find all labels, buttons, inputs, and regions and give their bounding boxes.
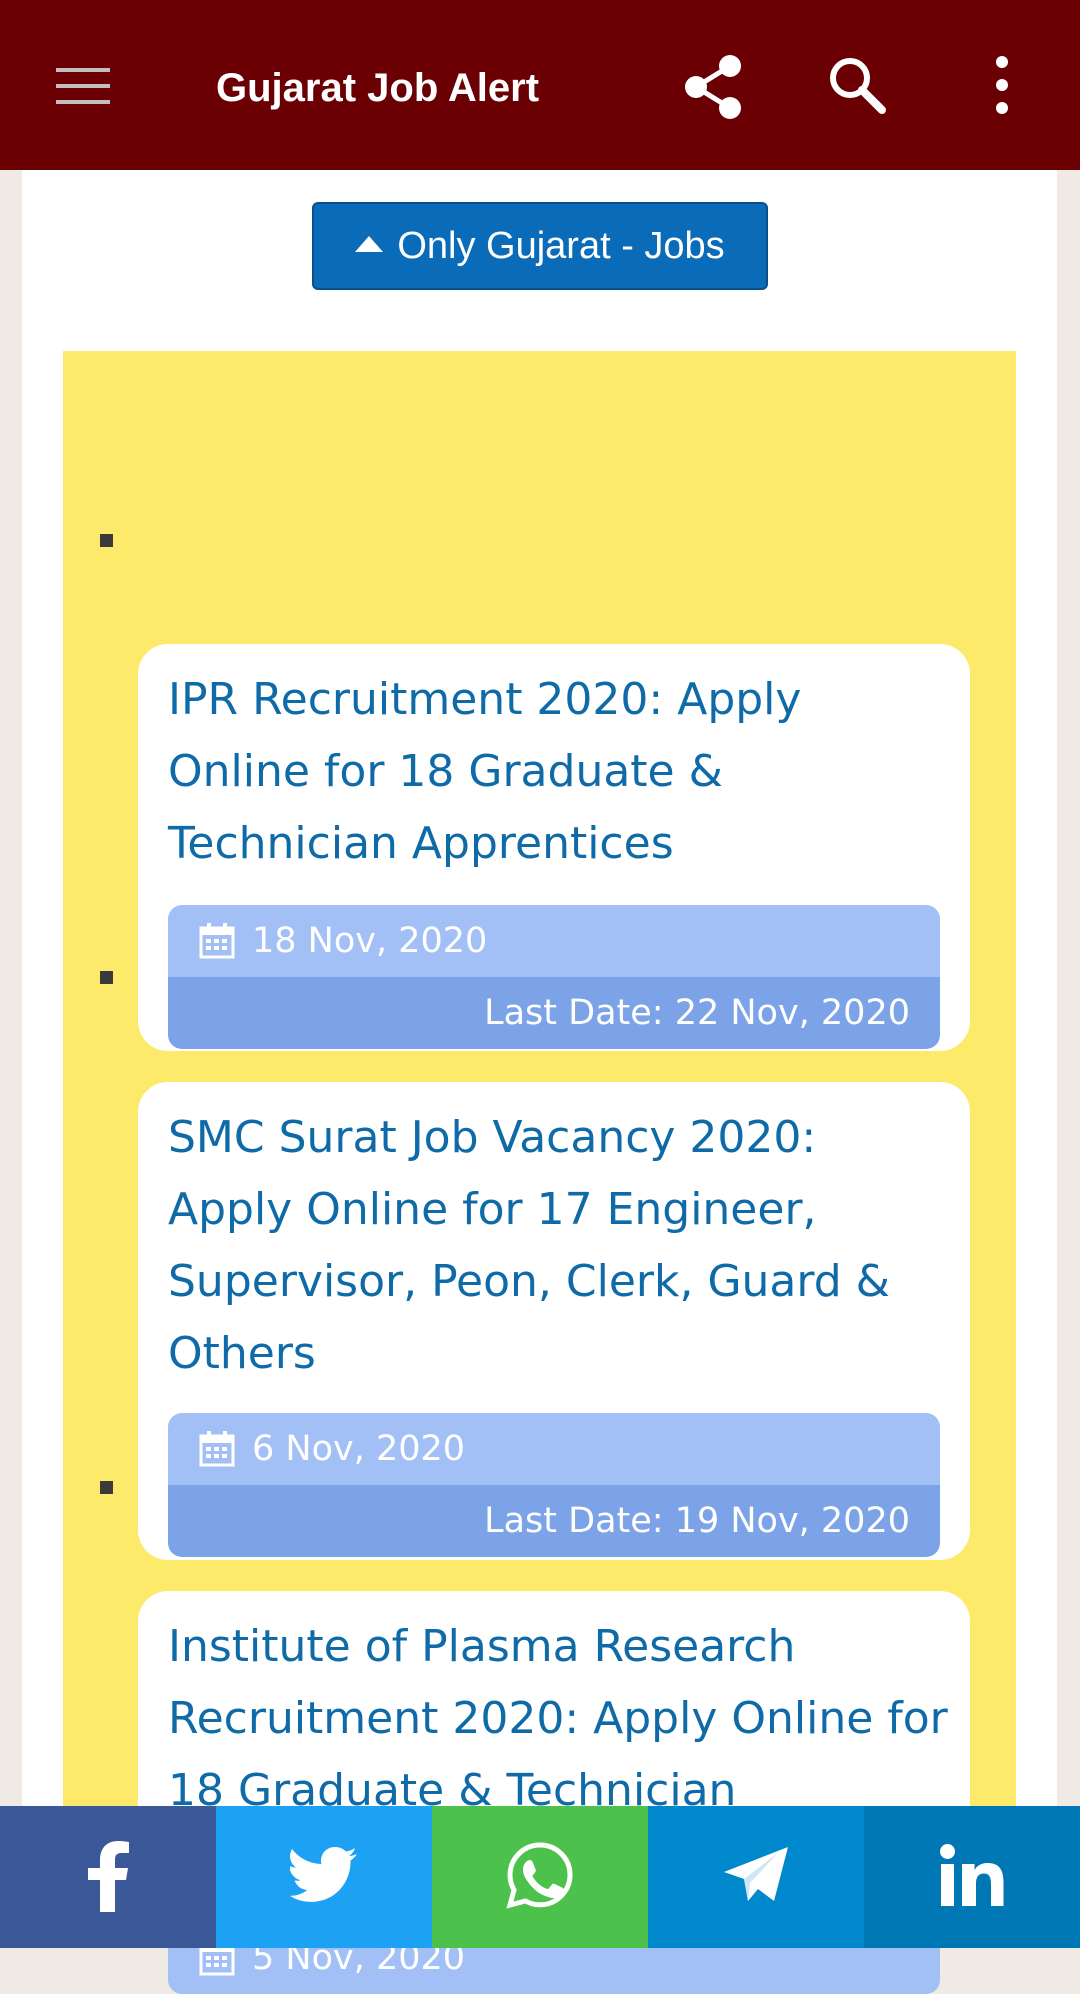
twitter-icon — [289, 1847, 358, 1907]
app-bar: Gujarat Job Alert — [0, 0, 1080, 170]
telegram-icon — [722, 1845, 790, 1909]
job-date-box: 18 Nov, 2020 Last Date: 22 Nov, 2020 — [168, 905, 940, 1049]
last-date-row: Last Date: 19 Nov, 2020 — [168, 1485, 940, 1557]
social-share-bar — [0, 1806, 1080, 1948]
calendar-icon — [198, 922, 236, 960]
last-date: Last Date: 22 Nov, 2020 — [484, 993, 910, 1033]
list-bullet — [100, 971, 113, 984]
linkedin-icon — [940, 1844, 1004, 1910]
posted-date-row: 18 Nov, 2020 — [168, 905, 940, 977]
job-title-link[interactable]: SMC Surat Job Vacancy 2020: Apply Online… — [168, 1102, 948, 1390]
menu-icon[interactable] — [50, 60, 116, 110]
twitter-share-button[interactable] — [216, 1806, 432, 1948]
calendar-icon — [198, 1430, 236, 1468]
search-icon[interactable] — [824, 52, 890, 118]
whatsapp-icon — [506, 1841, 574, 1913]
posted-date-row: 6 Nov, 2020 — [168, 1413, 940, 1485]
filter-button-label: Only Gujarat - Jobs — [397, 224, 725, 267]
app-title: Gujarat Job Alert — [216, 66, 540, 110]
list-bullet — [100, 1481, 113, 1494]
more-vert-icon[interactable] — [980, 52, 1024, 118]
only-gujarat-jobs-button[interactable]: Only Gujarat - Jobs — [312, 202, 768, 290]
last-date-row: Last Date: 22 Nov, 2020 — [168, 977, 940, 1049]
facebook-share-button[interactable] — [0, 1806, 216, 1948]
job-card[interactable]: IPR Recruitment 2020: Apply Online for 1… — [138, 644, 970, 1051]
whatsapp-share-button[interactable] — [432, 1806, 648, 1948]
facebook-icon — [83, 1838, 133, 1916]
list-bullet — [100, 534, 113, 547]
last-date: Last Date: 19 Nov, 2020 — [484, 1501, 910, 1541]
linkedin-share-button[interactable] — [864, 1806, 1080, 1948]
telegram-share-button[interactable] — [648, 1806, 864, 1948]
posted-date: 18 Nov, 2020 — [252, 921, 488, 961]
job-card[interactable]: SMC Surat Job Vacancy 2020: Apply Online… — [138, 1082, 970, 1560]
job-date-box: 6 Nov, 2020 Last Date: 19 Nov, 2020 — [168, 1413, 940, 1557]
share-icon[interactable] — [680, 52, 746, 122]
content-area: Only Gujarat - Jobs IPR Recruitment 2020… — [22, 170, 1057, 1994]
posted-date: 6 Nov, 2020 — [252, 1429, 466, 1469]
job-title-link[interactable]: IPR Recruitment 2020: Apply Online for 1… — [168, 664, 948, 880]
triangle-up-icon — [355, 236, 384, 252]
job-list: IPR Recruitment 2020: Apply Online for 1… — [63, 351, 1016, 1994]
